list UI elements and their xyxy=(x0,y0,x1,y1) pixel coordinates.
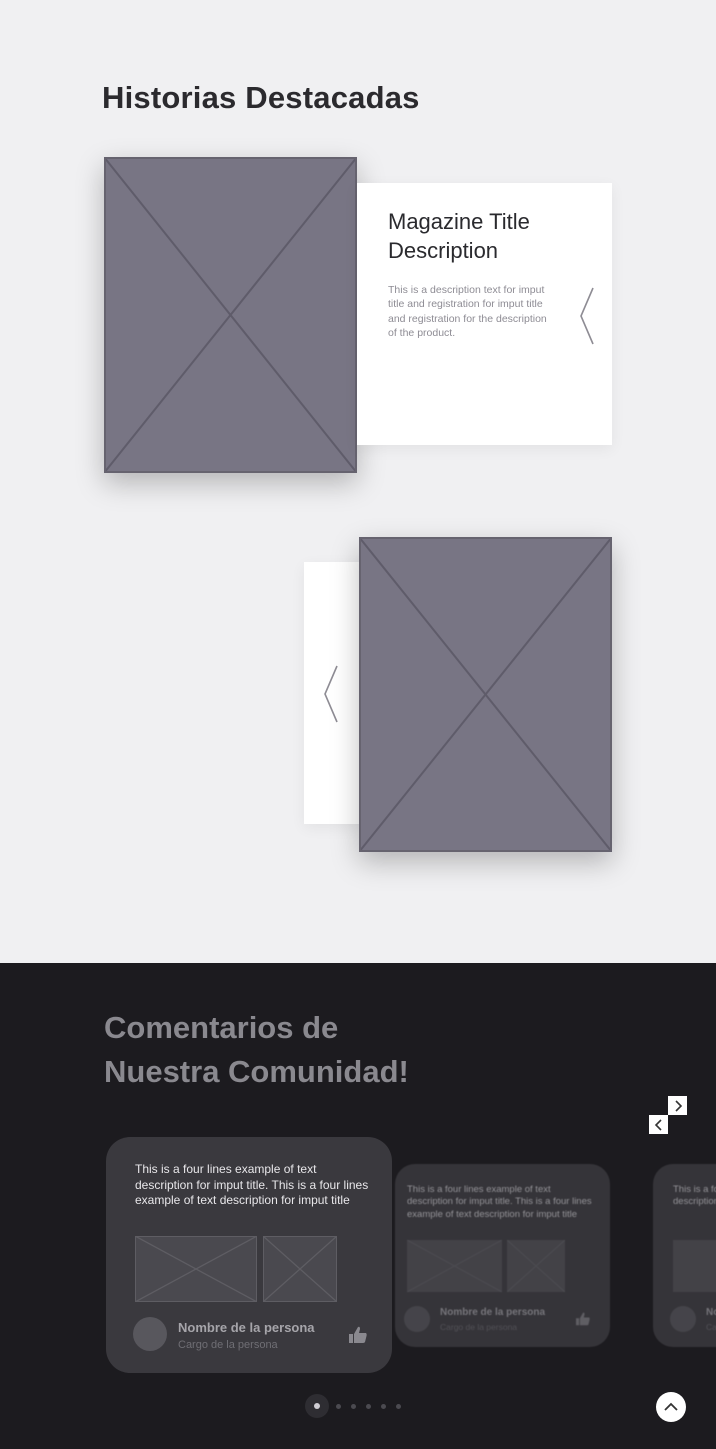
chevron-left-icon[interactable] xyxy=(579,287,595,345)
carousel-next-button[interactable] xyxy=(668,1096,687,1115)
person-role: Cargo de la persona xyxy=(706,1322,716,1332)
chevron-right-icon xyxy=(674,1099,682,1112)
pagination-dot[interactable] xyxy=(396,1404,401,1409)
comment-text: This is a four lines example of text des… xyxy=(407,1184,592,1220)
comment-image xyxy=(135,1236,257,1302)
thumbs-up-icon[interactable] xyxy=(348,1326,368,1344)
community-comments-section: Comentarios de Nuestra Comunidad! This i… xyxy=(0,963,716,1449)
chevron-left-icon[interactable] xyxy=(323,665,339,723)
image-placeholder-icon xyxy=(507,1240,565,1292)
pagination-dot[interactable] xyxy=(366,1404,371,1409)
pagination-dot[interactable] xyxy=(336,1404,341,1409)
story-image-placeholder[interactable] xyxy=(104,157,357,473)
pagination-dot[interactable] xyxy=(381,1404,386,1409)
story-image-placeholder[interactable] xyxy=(359,537,612,852)
community-heading-line2: Nuestra Comunidad! xyxy=(104,1054,409,1089)
comment-image xyxy=(673,1240,716,1292)
scroll-to-top-button[interactable] xyxy=(656,1392,686,1422)
story-card[interactable]: Magazine Title Description This is a des… xyxy=(357,183,612,445)
person-name: Nombre de la persona xyxy=(440,1307,546,1318)
comment-image xyxy=(407,1240,502,1292)
comment-card[interactable]: This is a four lines example of text des… xyxy=(653,1164,716,1347)
featured-heading: Historias Destacadas xyxy=(102,80,420,115)
image-placeholder-icon xyxy=(263,1236,337,1302)
comment-image xyxy=(263,1236,337,1302)
story-description: This is a description text for imput tit… xyxy=(388,284,547,339)
comment-image xyxy=(507,1240,565,1292)
person-name: Nombre de la persona xyxy=(706,1307,716,1318)
comment-card[interactable]: This is a four lines example of text des… xyxy=(106,1137,392,1373)
pagination-dot[interactable] xyxy=(314,1403,320,1409)
chevron-left-icon xyxy=(654,1118,662,1131)
comment-card[interactable]: This is a four lines example of text des… xyxy=(395,1164,610,1347)
thumbs-up-icon[interactable] xyxy=(575,1312,591,1326)
person-role: Cargo de la persona xyxy=(178,1339,278,1351)
pagination-dot[interactable] xyxy=(351,1404,356,1409)
carousel-pagination xyxy=(305,1394,405,1418)
avatar xyxy=(404,1306,430,1332)
image-placeholder-icon xyxy=(135,1236,257,1302)
story-title: Magazine Title Description xyxy=(388,209,530,263)
avatar xyxy=(133,1317,167,1351)
image-placeholder-icon xyxy=(359,537,612,852)
carousel-prev-button[interactable] xyxy=(649,1115,668,1134)
person-name: Nombre de la persona xyxy=(178,1320,315,1335)
story-card-collapsed[interactable] xyxy=(304,562,364,824)
image-placeholder-icon xyxy=(407,1240,502,1292)
community-heading-line1: Comentarios de xyxy=(104,1010,339,1045)
featured-stories-section: Historias Destacadas Magazine Title Desc… xyxy=(0,0,716,963)
comment-text: This is a four lines example of text des… xyxy=(135,1162,369,1207)
avatar xyxy=(670,1306,696,1332)
person-role: Cargo de la persona xyxy=(440,1322,518,1332)
chevron-up-icon xyxy=(664,1402,678,1411)
comment-text: This is a four lines example of text des… xyxy=(673,1184,716,1208)
image-placeholder-icon xyxy=(104,157,357,473)
